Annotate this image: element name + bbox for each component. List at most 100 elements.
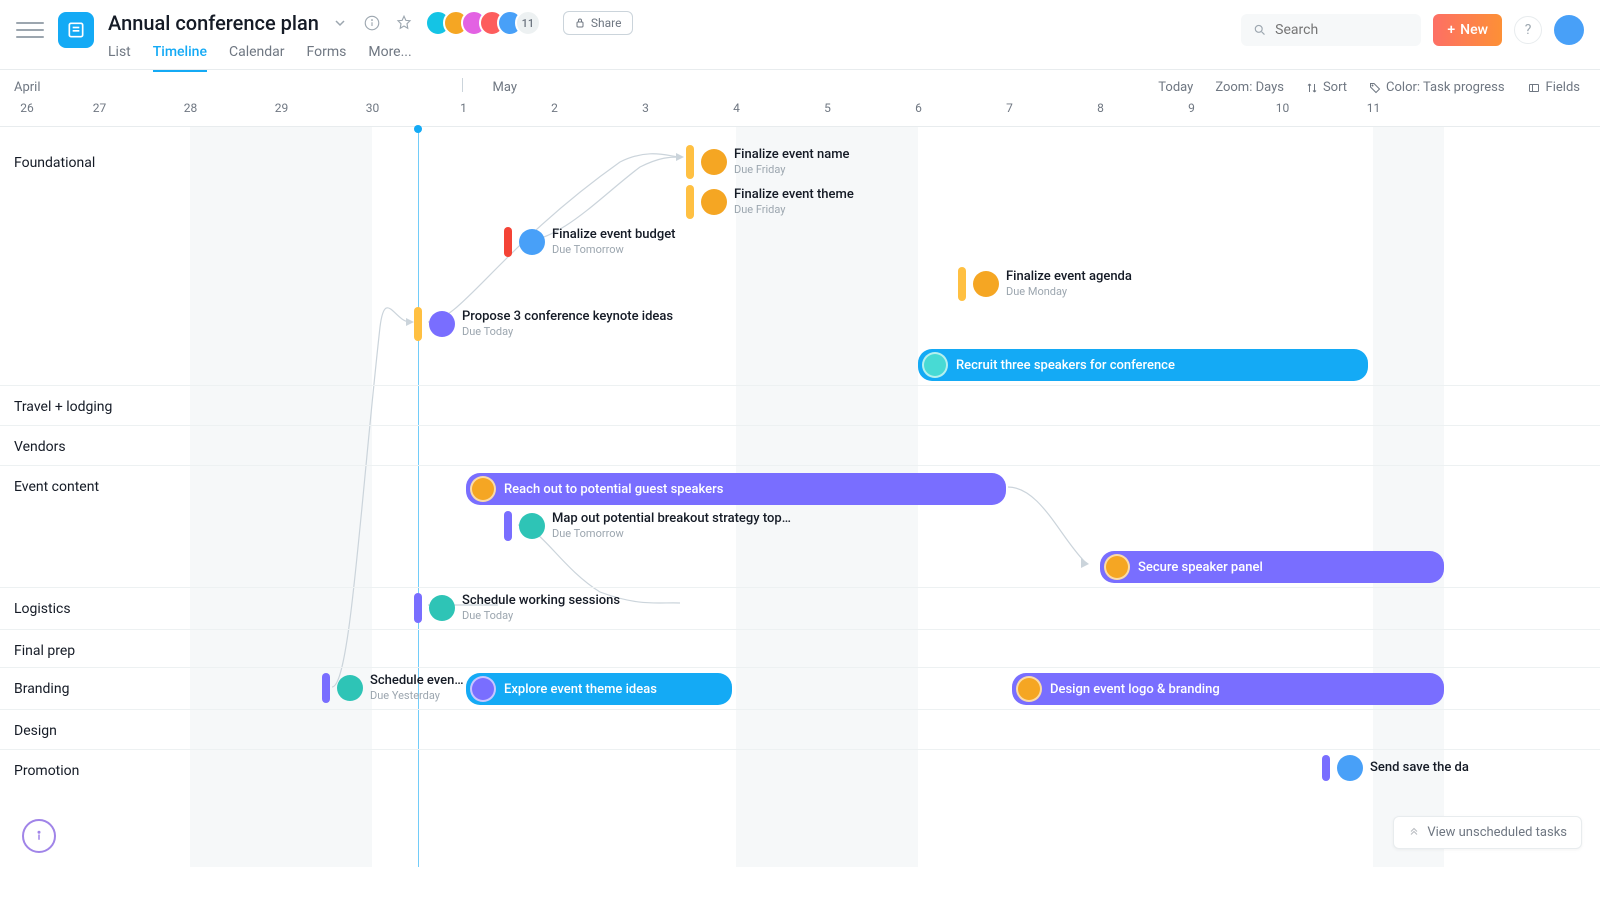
task-schedule-working-sessions[interactable]: Schedule working sessionsDue Today xyxy=(414,593,620,623)
section-event-content[interactable]: Event content xyxy=(14,479,99,495)
header-right: + New ? xyxy=(1241,14,1584,46)
assignee-avatar xyxy=(519,513,545,539)
share-button[interactable]: Share xyxy=(563,11,633,35)
project-title[interactable]: Annual conference plan xyxy=(108,11,319,35)
project-icon[interactable] xyxy=(58,12,94,48)
task-finalize-event-theme[interactable]: Finalize event themeDue Friday xyxy=(686,185,854,219)
task-status-pill xyxy=(686,185,694,219)
month-divider xyxy=(462,78,463,92)
day-cell: 5 xyxy=(782,101,873,126)
view-unscheduled-button[interactable]: View unscheduled tasks xyxy=(1393,816,1582,849)
task-status-pill xyxy=(686,145,694,179)
section-promotion[interactable]: Promotion xyxy=(14,763,79,779)
day-cell: 3 xyxy=(600,101,691,126)
section-foundational[interactable]: Foundational xyxy=(14,155,95,171)
assignee-avatar xyxy=(701,149,727,175)
day-cell: 26 xyxy=(0,101,54,126)
timeline-toolbar: April May Today Zoom: Days Sort Color: T… xyxy=(0,70,1600,95)
assignee-avatar xyxy=(973,271,999,297)
tab-more[interactable]: More... xyxy=(368,44,411,72)
day-cell: 9 xyxy=(1146,101,1237,126)
member-avatars[interactable]: 11 xyxy=(433,10,541,36)
month-may: May xyxy=(493,80,517,95)
timeline-body[interactable]: Foundational Travel + lodging Vendors Ev… xyxy=(0,127,1600,867)
task-finalize-event-name[interactable]: Finalize event nameDue Friday xyxy=(686,145,850,179)
task-status-pill xyxy=(414,593,422,623)
today-button[interactable]: Today xyxy=(1158,80,1193,95)
day-cell: 10 xyxy=(1237,101,1328,126)
task-status-pill xyxy=(504,227,512,257)
search-input[interactable] xyxy=(1241,14,1421,46)
fields-icon xyxy=(1527,82,1541,94)
task-reach-out-speakers[interactable]: Reach out to potential guest speakers xyxy=(466,473,1006,505)
zoom-select[interactable]: Zoom: Days xyxy=(1215,80,1284,95)
section-divider xyxy=(0,749,1600,750)
chevron-up-icon xyxy=(1408,827,1420,839)
month-april: April xyxy=(14,80,41,95)
section-design[interactable]: Design xyxy=(14,723,57,739)
sort-icon xyxy=(1306,82,1318,94)
day-cell: 2 xyxy=(509,101,600,126)
new-label: New xyxy=(1460,22,1488,38)
assignee-avatar xyxy=(1104,554,1130,580)
section-logistics[interactable]: Logistics xyxy=(14,601,71,617)
tabs: List Timeline Calendar Forms More... xyxy=(108,44,633,72)
sort-button[interactable]: Sort xyxy=(1306,80,1347,95)
assignee-avatar xyxy=(701,189,727,215)
section-divider xyxy=(0,709,1600,710)
day-cell: 1 xyxy=(418,101,509,126)
day-header: 26 27 28 29 30 1 2 3 4 5 6 7 8 9 10 11 xyxy=(0,101,1600,127)
task-status-pill xyxy=(504,511,512,541)
section-final-prep[interactable]: Final prep xyxy=(14,643,75,659)
day-cell: 30 xyxy=(327,101,418,126)
task-schedule-event[interactable]: Schedule event …Due Yesterday xyxy=(322,673,466,703)
color-select[interactable]: Color: Task progress xyxy=(1369,80,1505,95)
day-cell: 7 xyxy=(964,101,1055,126)
info-help-icon[interactable] xyxy=(22,819,56,853)
assignee-avatar xyxy=(1337,755,1363,781)
tab-calendar[interactable]: Calendar xyxy=(229,44,285,72)
task-design-logo-branding[interactable]: Design event logo & branding xyxy=(1012,673,1444,705)
task-recruit-speakers[interactable]: Recruit three speakers for conference xyxy=(918,349,1368,381)
avatar-overflow[interactable]: 11 xyxy=(515,10,541,36)
task-finalize-event-agenda[interactable]: Finalize event agendaDue Monday xyxy=(958,267,1132,301)
menu-icon[interactable] xyxy=(16,16,44,44)
section-vendors[interactable]: Vendors xyxy=(14,439,66,455)
task-explore-theme-ideas[interactable]: Explore event theme ideas xyxy=(466,673,732,705)
section-travel[interactable]: Travel + lodging xyxy=(14,399,112,415)
info-icon[interactable] xyxy=(361,12,383,34)
task-status-pill xyxy=(322,673,330,703)
tab-timeline[interactable]: Timeline xyxy=(153,44,207,72)
task-status-pill xyxy=(414,307,422,341)
day-cell: 29 xyxy=(236,101,327,126)
section-divider xyxy=(0,385,1600,386)
search-icon xyxy=(1253,22,1267,38)
task-propose-keynote-ideas[interactable]: Propose 3 conference keynote ideasDue To… xyxy=(414,307,673,341)
day-cell: 11 xyxy=(1328,101,1419,126)
tab-list[interactable]: List xyxy=(108,44,131,72)
header: Annual conference plan 11 Share xyxy=(0,0,1600,70)
task-map-breakout-strategy[interactable]: Map out potential breakout strategy top…… xyxy=(504,511,791,541)
tab-forms[interactable]: Forms xyxy=(307,44,347,72)
task-secure-speaker-panel[interactable]: Secure speaker panel xyxy=(1100,551,1444,583)
chevron-down-icon[interactable] xyxy=(329,12,351,34)
title-area: Annual conference plan 11 Share xyxy=(108,10,633,72)
me-avatar[interactable] xyxy=(1554,15,1584,45)
star-icon[interactable] xyxy=(393,12,415,34)
fields-button[interactable]: Fields xyxy=(1527,80,1580,95)
section-divider xyxy=(0,667,1600,668)
share-label: Share xyxy=(591,16,622,30)
header-left: Annual conference plan 11 Share xyxy=(16,10,633,72)
section-divider xyxy=(0,425,1600,426)
assignee-avatar xyxy=(470,476,496,502)
section-divider xyxy=(0,587,1600,588)
task-finalize-event-budget[interactable]: Finalize event budgetDue Tomorrow xyxy=(504,227,676,257)
section-branding[interactable]: Branding xyxy=(14,681,69,697)
help-button[interactable]: ? xyxy=(1514,16,1542,44)
day-cell: 27 xyxy=(54,101,145,126)
search-field[interactable] xyxy=(1275,22,1409,38)
task-send-save-date[interactable]: Send save the da xyxy=(1322,755,1469,781)
assignee-avatar xyxy=(470,676,496,702)
plus-icon: + xyxy=(1447,22,1455,38)
new-button[interactable]: + New xyxy=(1433,14,1502,46)
